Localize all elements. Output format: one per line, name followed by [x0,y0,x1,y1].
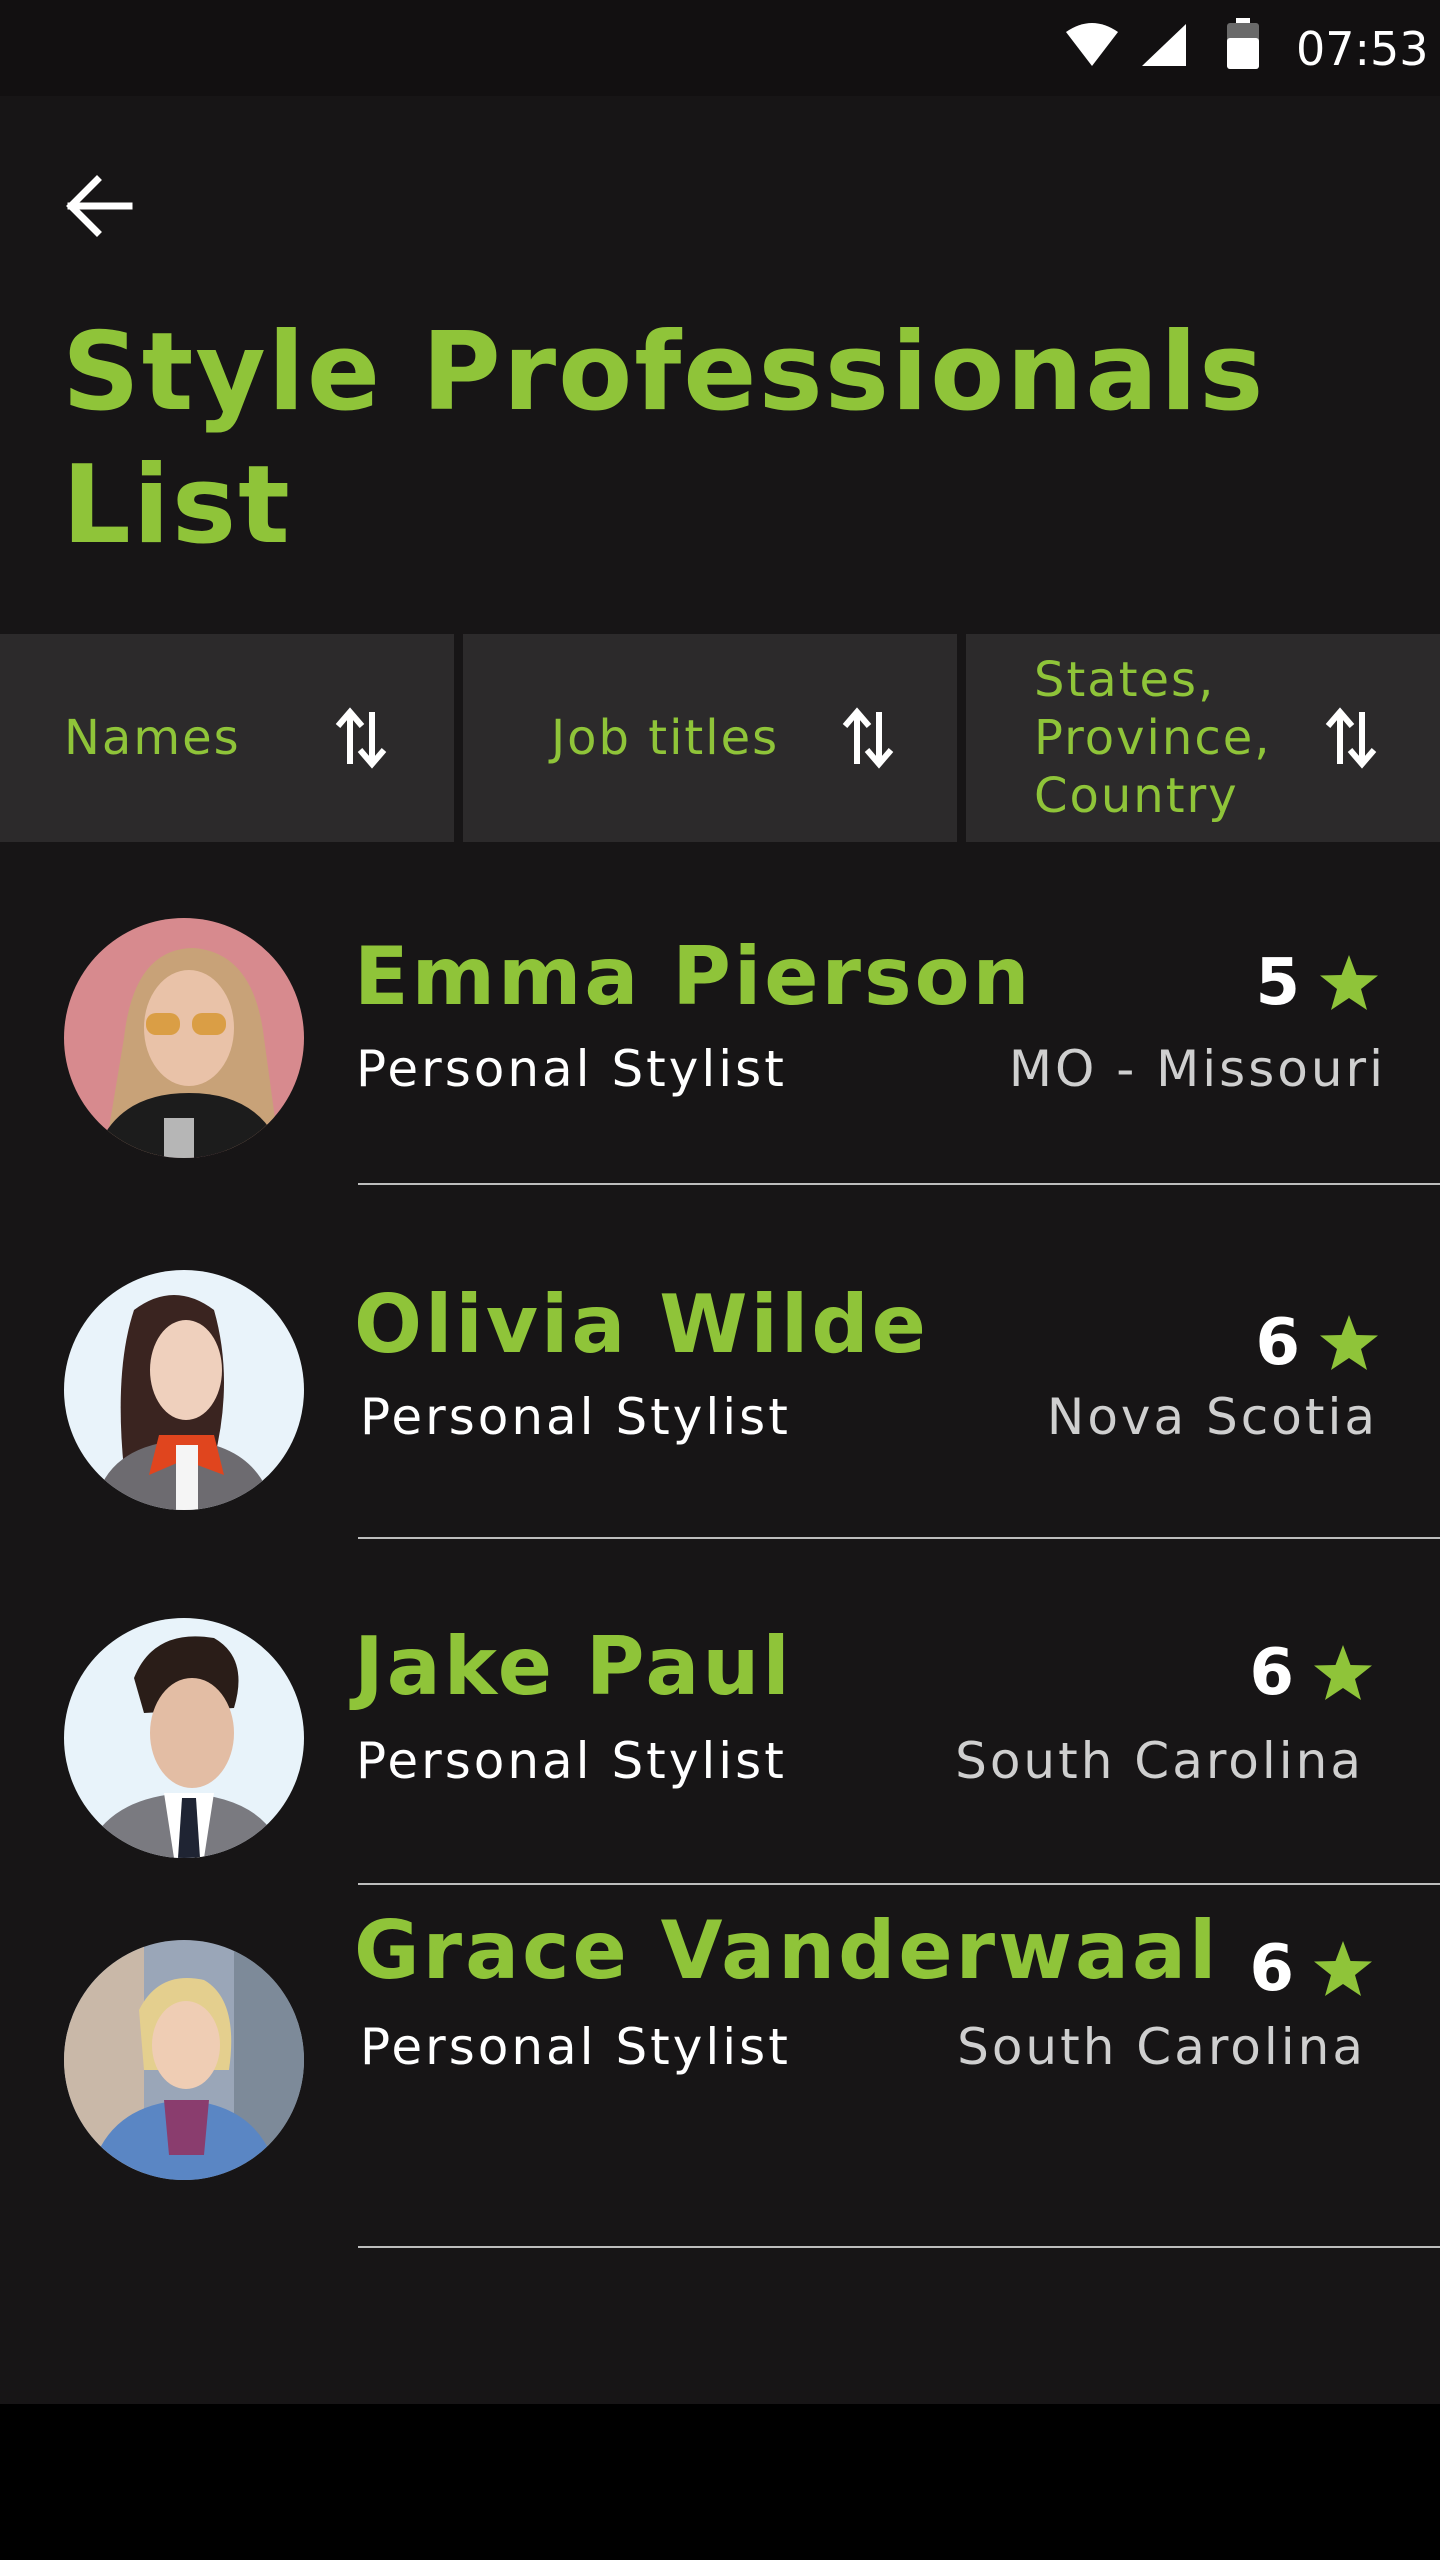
sort-label-job-titles: Job titles [551,710,780,766]
rating: 5 [1255,946,1380,1020]
rating-value: 6 [1255,1306,1300,1380]
professional-region: Nova Scotia [1046,1388,1378,1446]
professional-name: Emma Pierson [354,930,1033,1023]
sort-arrows-icon [842,707,894,769]
divider [358,1183,1440,1185]
list-item[interactable]: Olivia Wilde Personal Stylist 6 Nova Sco… [0,1194,1440,1539]
rating-value: 6 [1249,1636,1294,1710]
wifi-icon [1066,23,1118,66]
professional-job: Personal Stylist [356,1040,787,1098]
rating-value: 5 [1255,946,1300,1020]
professional-name: Olivia Wilde [354,1278,929,1371]
back-button[interactable] [48,156,148,256]
rating: 6 [1249,1932,1374,2006]
screen: 07:53 Style Professionals List Names Job… [0,0,1440,2404]
battery-icon [1227,18,1259,69]
professional-region: South Carolina [957,2018,1366,2076]
professional-region: South Carolina [955,1732,1364,1790]
arrow-left-icon [66,175,133,237]
sort-bar: Names Job titles States, Province, Count… [0,634,1440,842]
list-item[interactable]: Emma Pierson Personal Stylist 5 MO - Mis… [0,842,1440,1185]
avatar [64,918,304,1158]
list-item[interactable]: Grace Vanderwaal Personal Stylist 6 Sout… [0,1882,1440,2248]
avatar [64,1618,304,1858]
sort-by-region-button[interactable]: States, Province, Country [966,634,1440,842]
page-title: Style Professionals List [62,310,1266,568]
divider [358,1537,1440,1539]
sort-label-names: Names [64,710,241,766]
professional-job: Personal Stylist [360,2018,791,2076]
star-icon [1314,1645,1372,1700]
rating: 6 [1249,1636,1374,1710]
signal-icon [1142,24,1186,66]
avatar [64,1940,304,2180]
professional-region: MO - Missouri [1008,1040,1386,1098]
professional-job: Personal Stylist [356,1732,787,1790]
rating: 6 [1255,1306,1380,1380]
avatar [64,1270,304,1510]
list-item[interactable]: Jake Paul Personal Stylist 6 South Carol… [0,1542,1440,1885]
star-icon [1314,1941,1372,1996]
professional-name: Jake Paul [354,1620,793,1713]
star-icon [1320,1315,1378,1370]
divider [358,2246,1440,2248]
status-bar: 07:53 [0,0,1440,96]
sort-by-names-button[interactable]: Names [0,634,454,842]
sort-arrows-icon [1325,707,1377,769]
professional-job: Personal Stylist [360,1388,791,1446]
star-icon [1320,955,1378,1010]
status-clock: 07:53 [1296,22,1429,76]
sort-by-job-titles-button[interactable]: Job titles [463,634,957,842]
professional-name: Grace Vanderwaal [354,1904,1220,1997]
rating-value: 6 [1249,1932,1294,2006]
sort-label-region: States, Province, Country [1034,652,1272,824]
sort-arrows-icon [335,707,387,769]
